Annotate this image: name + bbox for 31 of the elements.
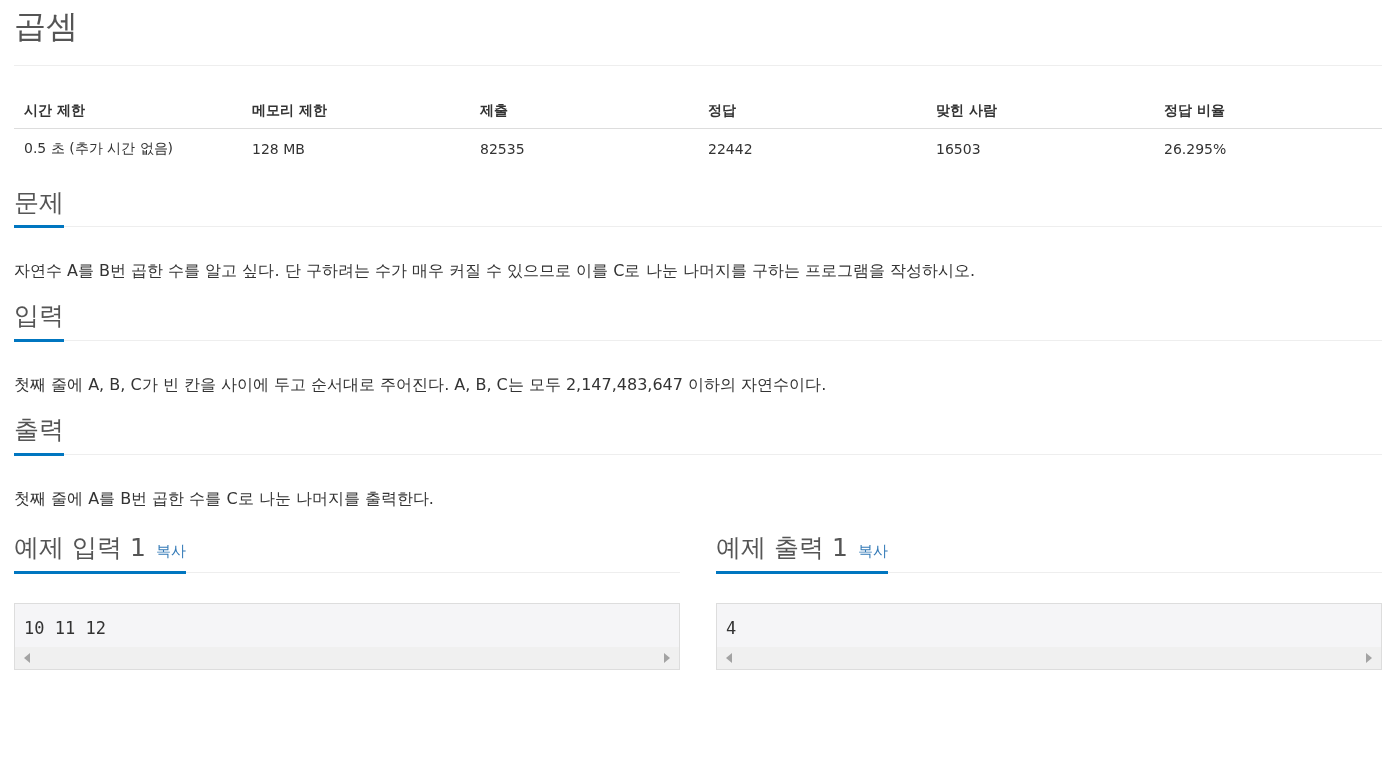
column-header: 정답 비율 bbox=[1154, 93, 1382, 129]
sample-text: 10 11 12 bbox=[23, 616, 107, 640]
horizontal-scrollbar[interactable] bbox=[717, 646, 1381, 669]
section-text: 첫째 줄에 A, B, C가 빈 칸을 사이에 두고 순서대로 주어진다. A, B, C는 모두 2,147,483,647 이하의 자연수이다. bbox=[14, 374, 828, 396]
column-header: 정답 bbox=[698, 93, 926, 129]
scroll-left-icon[interactable] bbox=[725, 652, 733, 663]
section-text: 자연수 A를 B번 곱한 수를 알고 싶다. 단 구하려는 수가 매우 커질 수 있으므로 이를 C로 나눈 나머지를 구하는 프로그램을 작성하시오. bbox=[14, 260, 976, 283]
table-cell: 82535 bbox=[470, 128, 698, 169]
column-header: 제출 bbox=[470, 93, 698, 129]
copy-link[interactable]: 복사 bbox=[857, 542, 888, 562]
scroll-right-icon[interactable] bbox=[1365, 652, 1373, 663]
column-header: 메모리 제한 bbox=[242, 93, 470, 129]
problem-title: 곱셈 bbox=[14, 0, 1382, 66]
table-cell: 16503 bbox=[926, 128, 1154, 169]
table-cell: 26.295% bbox=[1154, 128, 1382, 169]
section-text: 첫째 줄에 A를 B번 곱한 수를 C로 나눈 나머지를 출력한다. bbox=[14, 487, 435, 510]
table-cell: 0.5 초 (추가 시간 없음) bbox=[14, 128, 242, 169]
scroll-left-icon[interactable] bbox=[23, 652, 31, 663]
section-heading: 출력 bbox=[14, 414, 64, 456]
copy-link[interactable]: 복사 bbox=[155, 542, 186, 562]
column-header: 맞힌 사람 bbox=[926, 93, 1154, 129]
sample-heading: 예제 출력 1 bbox=[716, 532, 848, 565]
horizontal-scrollbar[interactable] bbox=[15, 646, 679, 669]
table-cell: 128 MB bbox=[242, 128, 470, 169]
column-header: 시간 제한 bbox=[14, 93, 242, 129]
table-cell: 22442 bbox=[698, 128, 926, 169]
scroll-right-icon[interactable] bbox=[663, 652, 671, 663]
sample-heading: 예제 입력 1 bbox=[14, 532, 146, 565]
sample-text: 4 bbox=[725, 616, 738, 640]
section-heading: 입력 bbox=[14, 300, 64, 342]
section-heading: 문제 bbox=[14, 186, 64, 229]
